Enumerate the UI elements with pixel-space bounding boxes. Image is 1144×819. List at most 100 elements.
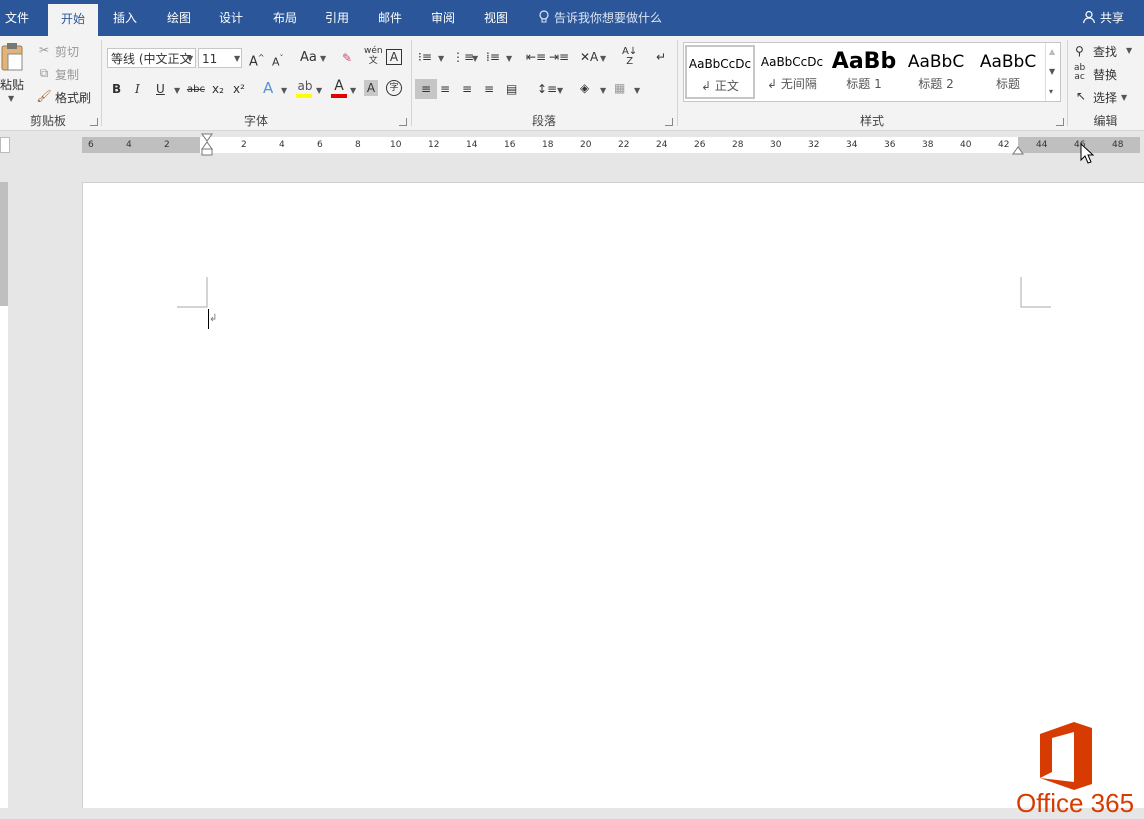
highlight-icon[interactable]: ab xyxy=(296,78,314,98)
horizontal-ruler[interactable]: 6 4 2 2 4 6 8 10 12 14 16 18 20 22 24 26 28 30 32 34 36 38 40 4… xyxy=(82,133,1140,156)
ruler-number: 12 xyxy=(428,140,440,150)
decrease-indent-icon[interactable]: ⇤≡ xyxy=(526,49,546,65)
multilevel-list-icon[interactable]: ⁞≡ xyxy=(486,49,500,65)
tab-insert[interactable]: 插入 xyxy=(104,0,146,36)
underline-dropdown-icon[interactable]: ▼ xyxy=(174,86,180,95)
select-button[interactable]: 选择 xyxy=(1093,89,1117,106)
paste-dropdown-icon[interactable]: ▼ xyxy=(8,94,14,103)
line-spacing-dropdown-icon[interactable]: ▼ xyxy=(557,86,563,95)
find-button[interactable]: 查找 xyxy=(1093,43,1117,60)
change-case-dropdown-icon[interactable]: ▼ xyxy=(320,54,326,63)
mouse-pointer-icon xyxy=(1080,143,1094,164)
vertical-ruler-margin xyxy=(0,182,8,306)
change-case-button[interactable]: Aa xyxy=(300,50,317,66)
font-name-combo[interactable]: 等线 (中文正文 xyxy=(107,48,196,68)
styles-launcher-icon[interactable] xyxy=(1056,118,1064,126)
copy-button[interactable]: 复制 xyxy=(55,66,79,83)
text-effects-icon[interactable]: A xyxy=(263,80,273,96)
font-name-dropdown-icon[interactable]: ▼ xyxy=(187,54,193,63)
italic-button[interactable]: I xyxy=(135,81,140,97)
align-right-icon[interactable]: ≡ xyxy=(462,81,472,97)
tab-mailings[interactable]: 邮件 xyxy=(369,0,411,36)
indent-marker-icon[interactable] xyxy=(200,133,214,163)
style-no-spacing[interactable]: AaBbCcDc ↲ 无间隔 xyxy=(757,45,827,99)
paragraph-mark-icon: ↲ xyxy=(209,313,218,324)
tab-selector[interactable] xyxy=(0,137,10,153)
paste-label: 粘贴 xyxy=(0,78,25,92)
character-border-icon[interactable]: A xyxy=(386,49,402,65)
grow-font-icon[interactable]: A^ xyxy=(249,50,265,70)
clipboard-group-label: 剪贴板 xyxy=(29,114,66,128)
tab-design[interactable]: 设计 xyxy=(210,0,252,36)
shrink-font-icon[interactable]: Aˇ xyxy=(272,51,284,71)
align-left-icon[interactable]: ≡ xyxy=(415,79,437,99)
tab-draw[interactable]: 绘图 xyxy=(158,0,200,36)
tab-layout[interactable]: 布局 xyxy=(264,0,306,36)
tab-file[interactable]: 文件 xyxy=(0,0,34,36)
enclose-characters-icon[interactable]: 字 xyxy=(386,80,402,96)
line-spacing-icon[interactable]: ↕≡ xyxy=(537,81,557,97)
tab-home[interactable]: 开始 xyxy=(48,4,98,36)
clipboard-launcher-icon[interactable] xyxy=(90,118,98,126)
vertical-ruler xyxy=(0,182,8,808)
distribute-icon[interactable]: ▤ xyxy=(506,81,517,97)
styles-more-icon[interactable]: ▾ xyxy=(1049,87,1053,96)
style-heading-1[interactable]: AaBb 标题 1 xyxy=(829,45,899,99)
strikethrough-button[interactable]: abc xyxy=(187,82,205,98)
bullets-icon[interactable]: ⁝≡ xyxy=(418,49,432,65)
sort-icon[interactable]: A↓ Z xyxy=(622,47,637,67)
share-button[interactable]: 共享 xyxy=(1082,0,1124,36)
style-title[interactable]: AaBbC 标题 xyxy=(973,45,1043,99)
ruler-number: 36 xyxy=(884,140,896,150)
shading-dropdown-icon[interactable]: ▼ xyxy=(600,86,606,95)
ruler-number: 10 xyxy=(390,140,402,150)
clear-formatting-icon[interactable]: ✎ xyxy=(342,50,352,66)
style-preview: AaBbC xyxy=(907,52,965,72)
bullets-dropdown-icon[interactable]: ▼ xyxy=(438,54,444,63)
tell-me-search[interactable]: 告诉我你想要做什么 xyxy=(538,0,662,36)
scroll-up-icon[interactable]: ▲ xyxy=(1049,47,1055,56)
paragraph-launcher-icon[interactable] xyxy=(665,118,673,126)
styles-scroll[interactable]: ▲ ▼ ▾ xyxy=(1045,43,1060,101)
select-dropdown-icon[interactable]: ▼ xyxy=(1121,93,1127,102)
borders-icon[interactable]: ▦ xyxy=(614,80,625,96)
character-shading-icon[interactable]: A xyxy=(364,80,378,96)
style-normal[interactable]: AaBbCcDc ↲ 正文 xyxy=(685,45,755,99)
underline-button[interactable]: U xyxy=(156,81,165,97)
show-marks-icon[interactable]: ↵ xyxy=(656,49,666,65)
shading-icon[interactable]: ◈ xyxy=(580,80,589,96)
numbering-dropdown-icon[interactable]: ▼ xyxy=(472,54,478,63)
font-color-icon[interactable]: A xyxy=(331,78,347,98)
find-dropdown-icon[interactable]: ▼ xyxy=(1126,46,1132,55)
document-page[interactable]: ↲ xyxy=(82,182,1144,808)
right-indent-marker-icon[interactable] xyxy=(1012,143,1024,155)
font-color-dropdown-icon[interactable]: ▼ xyxy=(350,86,356,95)
asian-layout-icon[interactable]: ✕A xyxy=(580,49,598,65)
highlight-dropdown-icon[interactable]: ▼ xyxy=(316,86,322,95)
scroll-down-icon[interactable]: ▼ xyxy=(1049,67,1055,76)
styles-group-label: 样式 xyxy=(859,114,884,128)
tab-view[interactable]: 视图 xyxy=(475,0,517,36)
justify-icon[interactable]: ≡ xyxy=(484,81,494,97)
tab-review[interactable]: 审阅 xyxy=(422,0,464,36)
font-size-dropdown-icon[interactable]: ▼ xyxy=(234,54,240,63)
font-launcher-icon[interactable] xyxy=(399,118,407,126)
multilevel-dropdown-icon[interactable]: ▼ xyxy=(506,54,512,63)
tab-references[interactable]: 引用 xyxy=(316,0,358,36)
subscript-button[interactable]: x₂ xyxy=(212,81,224,97)
paste-button[interactable]: 粘贴 ▼ xyxy=(0,42,26,104)
style-heading-2[interactable]: AaBbC 标题 2 xyxy=(901,45,971,99)
format-painter-button[interactable]: 格式刷 xyxy=(55,89,91,106)
asian-layout-dropdown-icon[interactable]: ▼ xyxy=(600,54,606,63)
numbering-icon[interactable]: ⋮≡ xyxy=(452,49,474,65)
text-effects-dropdown-icon[interactable]: ▼ xyxy=(281,86,287,95)
align-center-icon[interactable]: ≡ xyxy=(440,81,450,97)
increase-indent-icon[interactable]: ⇥≡ xyxy=(549,49,569,65)
format-painter-icon: 🖌 xyxy=(36,89,52,103)
replace-button[interactable]: 替换 xyxy=(1093,66,1117,83)
superscript-button[interactable]: x² xyxy=(233,81,245,97)
borders-dropdown-icon[interactable]: ▼ xyxy=(634,86,640,95)
cut-button[interactable]: 剪切 xyxy=(55,43,79,60)
phonetic-guide-button[interactable]: wén 文 xyxy=(364,46,383,66)
bold-button[interactable]: B xyxy=(112,81,121,97)
